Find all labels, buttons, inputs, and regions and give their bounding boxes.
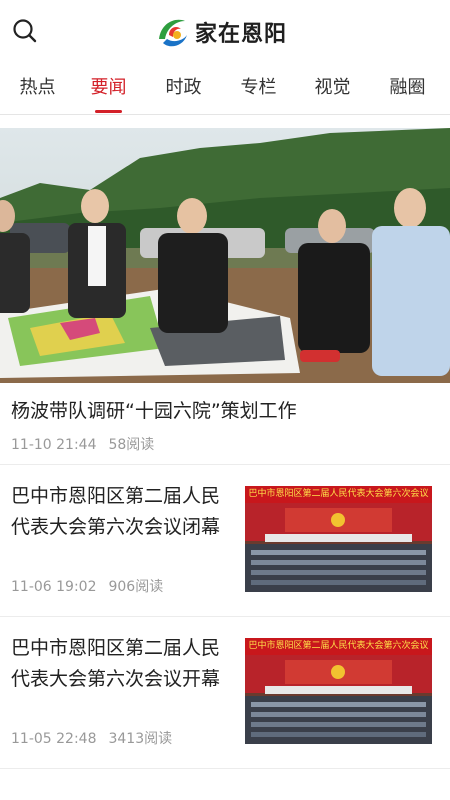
tab-label: 专栏 — [240, 77, 277, 98]
featured-image[interactable] — [0, 128, 450, 383]
article-title[interactable]: 巴中市恩阳区第二届人民代表大会第六次会议闭幕 — [11, 481, 236, 543]
featured-meta: 11-10 21:44 58阅读 — [11, 434, 154, 454]
article-views: 3413阅读 — [108, 731, 173, 747]
tab-label: 要闻 — [90, 77, 127, 98]
top-bar: 家在恩阳 — [0, 0, 450, 60]
tab-label: 视觉 — [314, 77, 351, 98]
tab-label: 时政 — [165, 77, 202, 98]
tab-label: 热点 — [19, 77, 56, 98]
tab-circle[interactable]: 融圈 — [370, 60, 445, 115]
divider — [0, 768, 450, 769]
article-views: 906阅读 — [108, 579, 164, 595]
tab-visual[interactable]: 视觉 — [295, 60, 370, 115]
article-thumbnail[interactable]: 巴中市恩阳区第二届人民代表大会第六次会议 — [245, 638, 432, 744]
app-logo: 家在恩阳 — [155, 12, 287, 52]
tab-hot[interactable]: 热点 — [0, 60, 75, 115]
logo-text: 家在恩阳 — [195, 22, 288, 47]
thumbnail-banner: 巴中市恩阳区第二届人民代表大会第六次会议 — [245, 486, 432, 503]
article-thumbnail[interactable]: 巴中市恩阳区第二届人民代表大会第六次会议 — [245, 486, 432, 592]
article-time: 11-06 19:02 — [11, 579, 97, 595]
article-meta: 11-05 22:48 3413阅读 — [11, 728, 172, 748]
divider — [0, 464, 450, 465]
article-title[interactable]: 巴中市恩阳区第二届人民代表大会第六次会议开幕 — [11, 633, 236, 695]
tab-politics[interactable]: 时政 — [146, 60, 221, 115]
featured-views: 58阅读 — [108, 437, 155, 453]
divider — [0, 616, 450, 617]
logo-mark-icon — [159, 19, 187, 47]
article-meta: 11-06 19:02 906阅读 — [11, 576, 163, 596]
search-icon[interactable] — [10, 16, 40, 46]
active-tab-indicator — [95, 110, 122, 113]
category-tabs: 热点 要闻 时政 专栏 视觉 融圈 — [0, 60, 450, 115]
featured-title[interactable]: 杨波带队调研“十园六院”策划工作 — [11, 396, 297, 423]
article-item[interactable]: 巴中市恩阳区第二届人民代表大会第六次会议开幕 11-05 22:48 3413阅读… — [0, 618, 450, 768]
tab-column[interactable]: 专栏 — [221, 60, 296, 115]
tab-label: 融圈 — [389, 77, 426, 98]
featured-time: 11-10 21:44 — [11, 437, 97, 453]
article-time: 11-05 22:48 — [11, 731, 97, 747]
tab-news[interactable]: 要闻 — [71, 60, 146, 115]
article-item[interactable]: 巴中市恩阳区第二届人民代表大会第六次会议闭幕 11-06 19:02 906阅读 … — [0, 466, 450, 616]
thumbnail-banner: 巴中市恩阳区第二届人民代表大会第六次会议 — [245, 638, 432, 655]
